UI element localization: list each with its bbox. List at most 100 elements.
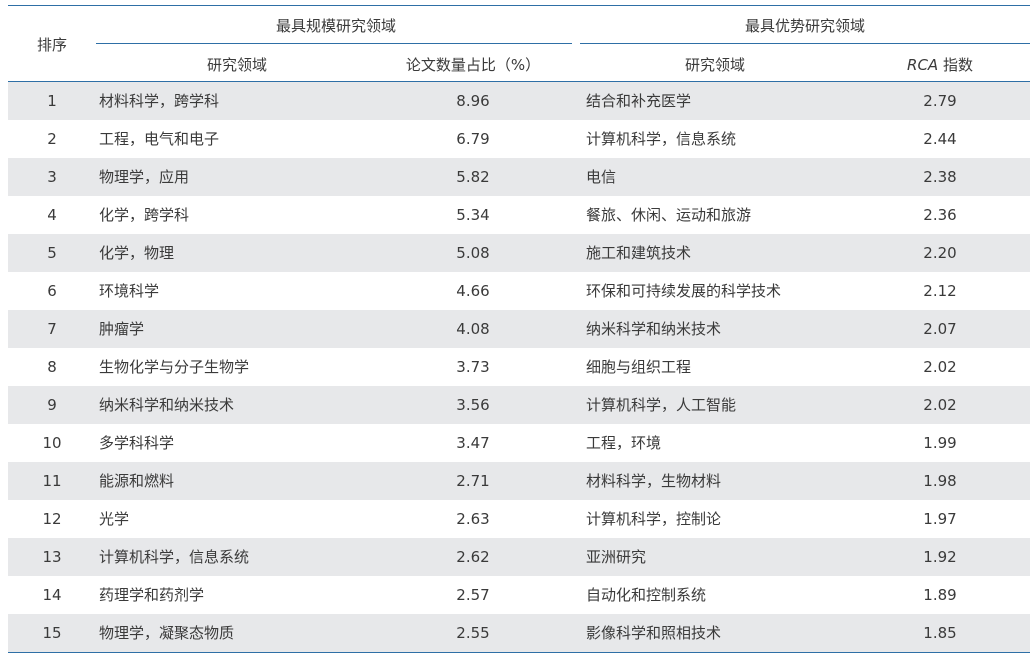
table-row: 15 物理学，凝聚态物质 2.55 影像科学和照相技术 1.85: [8, 614, 1030, 652]
rca-index-cell: 2.38: [923, 168, 957, 186]
paper-ratio-cell: 3.56: [456, 396, 490, 414]
paper-ratio-cell: 2.63: [456, 510, 490, 528]
advantage-field-cell: 纳米科学和纳米技术: [586, 320, 722, 338]
rank-cell: 4: [47, 206, 57, 224]
rank-cell: 9: [47, 396, 57, 414]
table-header: 排序 最具规模研究领域 最具优势研究领域 研究领域 论文数量占比（%） 研究领域…: [8, 6, 1030, 81]
rca-index-cell: 2.20: [923, 244, 957, 262]
rca-index-cell: 2.79: [923, 92, 957, 110]
largest-field-cell: 化学，物理: [99, 244, 175, 262]
rank-cell: 15: [42, 624, 62, 642]
advantage-field-cell: 材料科学，生物材料: [586, 472, 722, 490]
advantage-field-cell: 电信: [586, 168, 617, 186]
rank-cell: 5: [47, 244, 57, 262]
table-row: 5 化学，物理 5.08 施工和建筑技术 2.20: [8, 234, 1030, 272]
table-row: 1 材料科学，跨学科 8.96 结合和补充医学 2.79: [8, 82, 1030, 120]
table-bottom-rule: [8, 652, 1030, 653]
rca-index-cell: 2.44: [923, 130, 957, 148]
rca-index-cell: 1.89: [923, 586, 957, 604]
paper-ratio-cell: 2.55: [456, 624, 490, 642]
largest-field-cell: 材料科学，跨学科: [99, 92, 220, 110]
advantage-field-cell: 自动化和控制系统: [586, 586, 707, 604]
table-row: 14 药理学和药剂学 2.57 自动化和控制系统 1.89: [8, 576, 1030, 614]
paper-ratio-cell: 6.79: [456, 130, 490, 148]
largest-field-cell: 肿瘤学: [99, 320, 145, 338]
rank-cell: 3: [47, 168, 57, 186]
table-body: 1 材料科学，跨学科 8.96 结合和补充医学 2.79 2 工程，电气和电子 6.79 计算机…: [8, 82, 1030, 652]
paper-ratio-cell: 3.47: [456, 434, 490, 452]
largest-field-cell: 物理学，应用: [99, 168, 190, 186]
advantage-field-cell: 计算机科学，控制论: [586, 510, 722, 528]
rank-cell: 14: [42, 586, 62, 604]
rank-cell: 13: [42, 548, 62, 566]
rank-cell: 1: [47, 92, 57, 110]
largest-field-cell: 工程，电气和电子: [99, 130, 220, 148]
rca-index-cell: 2.02: [923, 358, 957, 376]
advantage-field-cell: 结合和补充医学: [586, 92, 692, 110]
rca-suffix-label: 指数: [938, 56, 973, 74]
table-row: 11 能源和燃料 2.71 材料科学，生物材料 1.98: [8, 462, 1030, 500]
rank-cell: 2: [47, 130, 57, 148]
rca-index-header: RCA 指数: [880, 54, 1000, 75]
paper-ratio-cell: 4.66: [456, 282, 490, 300]
table-row: 3 物理学，应用 5.82 电信 2.38: [8, 158, 1030, 196]
largest-field-cell: 多学科科学: [99, 434, 175, 452]
rank-cell: 10: [42, 434, 62, 452]
largest-scale-group-header: 最具规模研究领域: [275, 17, 396, 35]
largest-field-cell: 计算机科学，信息系统: [99, 548, 250, 566]
paper-ratio-cell: 4.08: [456, 320, 490, 338]
rca-index-cell: 2.36: [923, 206, 957, 224]
paper-ratio-cell: 3.73: [456, 358, 490, 376]
paper-ratio-cell: 2.71: [456, 472, 490, 490]
rca-index-cell: 2.07: [923, 320, 957, 338]
table-row: 2 工程，电气和电子 6.79 计算机科学，信息系统 2.44: [8, 120, 1030, 158]
advantage-field-cell: 餐旅、休闲、运动和旅游: [586, 206, 752, 224]
largest-field-cell: 能源和燃料: [99, 472, 175, 490]
paper-ratio-cell: 5.08: [456, 244, 490, 262]
table-row: 13 计算机科学，信息系统 2.62 亚洲研究 1.92: [8, 538, 1030, 576]
field-left-header: 研究领域: [206, 56, 267, 74]
rca-index-cell: 1.97: [923, 510, 957, 528]
paper-ratio-cell: 5.82: [456, 168, 490, 186]
strongest-advantage-group-header: 最具优势研究领域: [744, 17, 865, 35]
field-right-header: 研究领域: [684, 56, 745, 74]
table-row: 7 肿瘤学 4.08 纳米科学和纳米技术 2.07: [8, 310, 1030, 348]
rank-cell: 7: [47, 320, 57, 338]
advantage-field-cell: 影像科学和照相技术: [586, 624, 722, 642]
rank-cell: 8: [47, 358, 57, 376]
largest-field-cell: 化学，跨学科: [99, 206, 190, 224]
rca-index-cell: 1.92: [923, 548, 957, 566]
table-row: 12 光学 2.63 计算机科学，控制论 1.97: [8, 500, 1030, 538]
rca-italic-label: RCA: [907, 56, 939, 74]
largest-field-cell: 生物化学与分子生物学: [99, 358, 250, 376]
advantage-field-cell: 亚洲研究: [586, 548, 647, 566]
rca-index-cell: 1.98: [923, 472, 957, 490]
paper-ratio-cell: 5.34: [456, 206, 490, 224]
right-group-rule: [580, 43, 1030, 44]
advantage-field-cell: 计算机科学，信息系统: [586, 130, 737, 148]
research-fields-table: 排序 最具规模研究领域 最具优势研究领域 研究领域 论文数量占比（%） 研究领域…: [8, 5, 1030, 653]
rank-header: 排序: [36, 36, 67, 54]
rank-cell: 12: [42, 510, 62, 528]
rca-index-cell: 1.99: [923, 434, 957, 452]
largest-field-cell: 光学: [99, 510, 130, 528]
left-group-rule: [96, 43, 572, 44]
paper-ratio-header: 论文数量占比（%）: [405, 56, 541, 74]
paper-ratio-cell: 2.57: [456, 586, 490, 604]
largest-field-cell: 纳米科学和纳米技术: [99, 396, 235, 414]
rank-cell: 6: [47, 282, 57, 300]
rank-cell: 11: [42, 472, 62, 490]
advantage-field-cell: 计算机科学，人工智能: [586, 396, 737, 414]
table-row: 9 纳米科学和纳米技术 3.56 计算机科学，人工智能 2.02: [8, 386, 1030, 424]
rca-index-cell: 1.85: [923, 624, 957, 642]
paper-ratio-cell: 2.62: [456, 548, 490, 566]
table-row: 6 环境科学 4.66 环保和可持续发展的科学技术 2.12: [8, 272, 1030, 310]
table-row: 8 生物化学与分子生物学 3.73 细胞与组织工程 2.02: [8, 348, 1030, 386]
paper-ratio-cell: 8.96: [456, 92, 490, 110]
table-row: 10 多学科科学 3.47 工程，环境 1.99: [8, 424, 1030, 462]
advantage-field-cell: 施工和建筑技术: [586, 244, 692, 262]
advantage-field-cell: 细胞与组织工程: [586, 358, 692, 376]
largest-field-cell: 物理学，凝聚态物质: [99, 624, 235, 642]
advantage-field-cell: 环保和可持续发展的科学技术: [586, 282, 782, 300]
table-row: 4 化学，跨学科 5.34 餐旅、休闲、运动和旅游 2.36: [8, 196, 1030, 234]
